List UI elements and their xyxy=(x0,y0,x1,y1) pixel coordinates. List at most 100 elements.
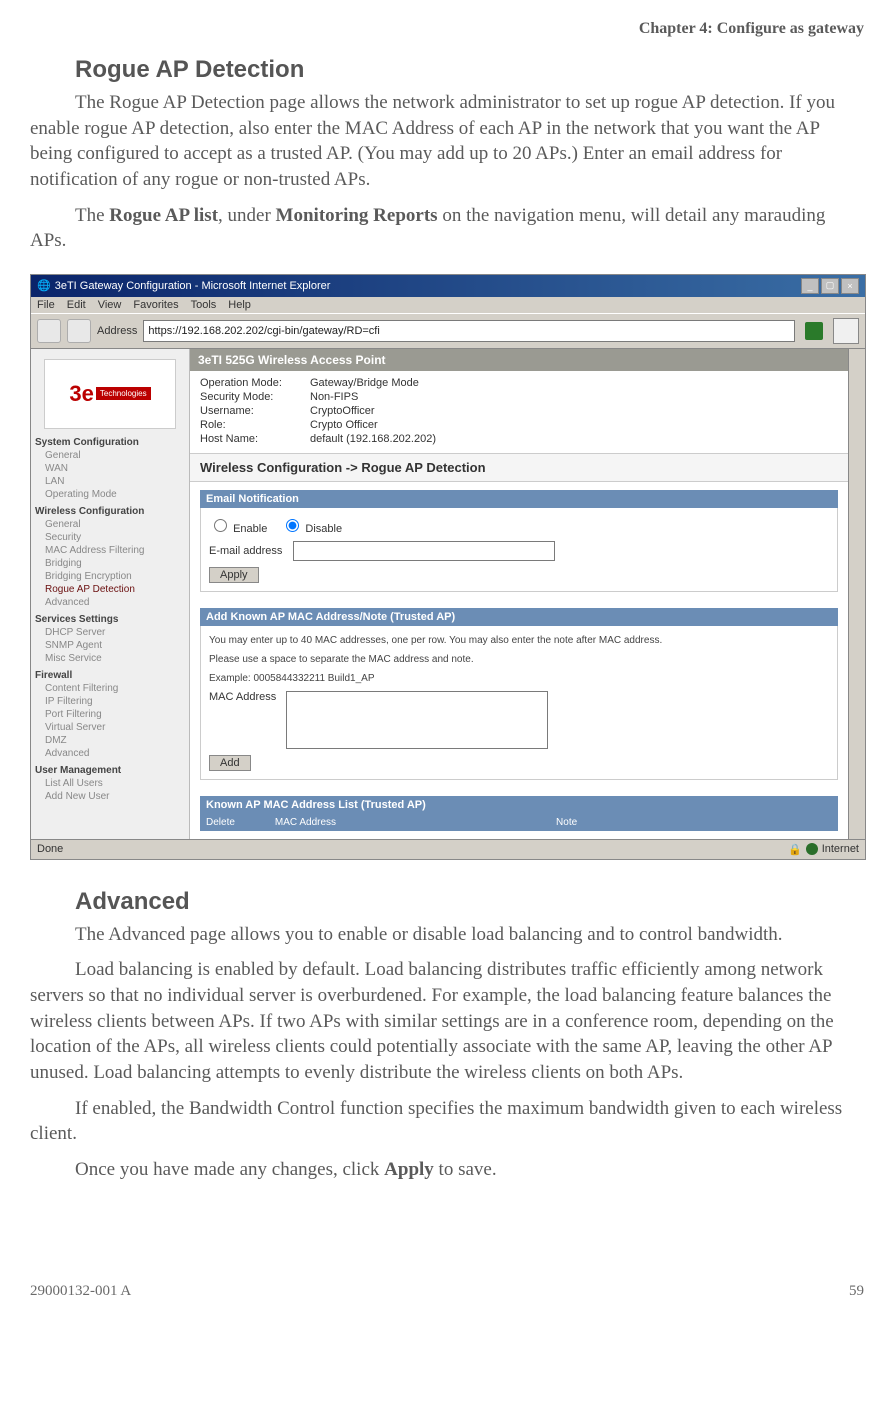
para-rogue-1: The Rogue AP Detection page allows the n… xyxy=(30,90,864,193)
address-bar[interactable]: https://192.168.202.202/cgi-bin/gateway/… xyxy=(143,320,795,342)
mac-panel-header: Add Known AP MAC Address/Note (Trusted A… xyxy=(200,608,838,626)
para-rogue-2: The Rogue AP list, under Monitoring Repo… xyxy=(30,203,864,254)
radio-disable-label: Disable xyxy=(305,523,342,535)
go-button[interactable] xyxy=(805,322,823,340)
ie-icon: 🌐 xyxy=(37,279,51,292)
content-main: 3eTI 525G Wireless Access Point Operatio… xyxy=(190,349,848,839)
nav-bridging[interactable]: Bridging xyxy=(35,558,185,569)
menu-edit[interactable]: Edit xyxy=(67,299,86,311)
nav-advanced[interactable]: Advanced xyxy=(35,597,185,608)
col-delete: Delete xyxy=(206,817,235,828)
doc-number: 29000132-001 A xyxy=(30,1283,131,1300)
info-role-value: Crypto Officer xyxy=(310,419,378,431)
email-panel-header: Email Notification xyxy=(200,490,838,508)
status-internet: Internet xyxy=(822,843,859,855)
nav-ip-filtering[interactable]: IP Filtering xyxy=(35,696,185,707)
nav-snmp[interactable]: SNMP Agent xyxy=(35,640,185,651)
lock-icon: 🔒 xyxy=(788,843,802,856)
nav-rogue-ap[interactable]: Rogue AP Detection xyxy=(35,584,185,595)
email-label: E-mail address xyxy=(209,545,282,557)
para-adv-4: Once you have made any changes, click Ap… xyxy=(30,1157,864,1183)
info-user-value: CryptoOfficer xyxy=(310,405,375,417)
close-button[interactable]: × xyxy=(841,278,859,294)
email-input[interactable] xyxy=(293,541,555,561)
menu-file[interactable]: File xyxy=(37,299,55,311)
nav-mac-filtering[interactable]: MAC Address Filtering xyxy=(35,545,185,556)
nav-dhcp[interactable]: DHCP Server xyxy=(35,627,185,638)
window-title: 3eTI Gateway Configuration - Microsoft I… xyxy=(55,280,331,292)
nav-port-filtering[interactable]: Port Filtering xyxy=(35,709,185,720)
browser-statusbar: Done 🔒 Internet xyxy=(31,839,865,859)
scrollbar[interactable] xyxy=(848,349,865,839)
para-adv-1: The Advanced page allows you to enable o… xyxy=(30,922,864,948)
mac-address-textarea[interactable] xyxy=(286,691,548,749)
chapter-header: Chapter 4: Configure as gateway xyxy=(30,20,864,38)
para-adv-3: If enabled, the Bandwidth Control functi… xyxy=(30,1096,864,1147)
page-breadcrumb: Wireless Configuration -> Rogue AP Detec… xyxy=(190,453,848,482)
nav-operating-mode[interactable]: Operating Mode xyxy=(35,489,185,500)
sidebar-nav: 3eTechnologies System Configuration Gene… xyxy=(31,349,190,839)
nav-lan[interactable]: LAN xyxy=(35,476,185,487)
info-host-label: Host Name: xyxy=(200,433,310,445)
menu-favorites[interactable]: Favorites xyxy=(133,299,178,311)
browser-menubar: File Edit View Favorites Tools Help xyxy=(31,297,865,313)
nav-list-users[interactable]: List All Users xyxy=(35,778,185,789)
nav-add-user[interactable]: Add New User xyxy=(35,791,185,802)
nav-wireless-general[interactable]: General xyxy=(35,519,185,530)
address-label: Address xyxy=(97,325,137,337)
text-fragment: , under xyxy=(218,205,276,226)
status-done: Done xyxy=(37,843,63,856)
nav-content-filtering[interactable]: Content Filtering xyxy=(35,683,185,694)
back-button[interactable] xyxy=(37,319,61,343)
info-opmode-label: Operation Mode: xyxy=(200,377,310,389)
text-fragment: The xyxy=(75,205,109,226)
forward-button[interactable] xyxy=(67,319,91,343)
mac-note-2: Please use a space to separate the MAC a… xyxy=(209,653,829,666)
text-fragment: Once you have made any changes, click xyxy=(75,1159,384,1180)
bold-monitoring-reports: Monitoring Reports xyxy=(276,205,438,226)
nav-group-firewall: Firewall xyxy=(35,670,185,681)
nav-general[interactable]: General xyxy=(35,450,185,461)
product-title-bar: 3eTI 525G Wireless Access Point xyxy=(190,349,848,371)
para-adv-2: Load balancing is enabled by default. Lo… xyxy=(30,957,864,1085)
window-titlebar: 🌐 3eTI Gateway Configuration - Microsoft… xyxy=(31,275,865,297)
known-ap-list-header: Known AP MAC Address List (Trusted AP) xyxy=(200,796,838,814)
bold-apply: Apply xyxy=(384,1159,434,1180)
mac-address-label: MAC Address xyxy=(209,691,276,703)
menu-tools[interactable]: Tools xyxy=(191,299,217,311)
page-footer: 29000132-001 A 59 xyxy=(30,1283,864,1300)
minimize-button[interactable]: _ xyxy=(801,278,819,294)
info-opmode-value: Gateway/Bridge Mode xyxy=(310,377,419,389)
globe-icon xyxy=(806,843,818,855)
col-note: Note xyxy=(556,817,577,828)
heading-advanced: Advanced xyxy=(75,888,864,916)
nav-wireless-security[interactable]: Security xyxy=(35,532,185,543)
radio-disable[interactable]: Disable xyxy=(281,516,342,535)
menu-view[interactable]: View xyxy=(98,299,122,311)
browser-toolbar: Address https://192.168.202.202/cgi-bin/… xyxy=(31,313,865,349)
menu-help[interactable]: Help xyxy=(228,299,251,311)
address-value: https://192.168.202.202/cgi-bin/gateway/… xyxy=(148,325,379,337)
info-user-label: Username: xyxy=(200,405,310,417)
add-button[interactable]: Add xyxy=(209,755,251,771)
info-host-value: default (192.168.202.202) xyxy=(310,433,436,445)
page-number: 59 xyxy=(849,1283,864,1300)
heading-rogue-ap: Rogue AP Detection xyxy=(75,56,864,84)
info-role-label: Role: xyxy=(200,419,310,431)
apply-button[interactable]: Apply xyxy=(209,567,259,583)
nav-wan[interactable]: WAN xyxy=(35,463,185,474)
nav-bridging-encryption[interactable]: Bridging Encryption xyxy=(35,571,185,582)
nav-fw-advanced[interactable]: Advanced xyxy=(35,748,185,759)
maximize-button[interactable]: ▢ xyxy=(821,278,839,294)
nav-dmz[interactable]: DMZ xyxy=(35,735,185,746)
nav-group-system: System Configuration xyxy=(35,437,185,448)
mac-note-3: Example: 0005844332211 Build1_AP xyxy=(209,672,829,685)
ie-throbber-icon xyxy=(833,318,859,344)
info-secmode-label: Security Mode: xyxy=(200,391,310,403)
bold-rogue-ap-list: Rogue AP list xyxy=(109,205,218,226)
radio-enable-label: Enable xyxy=(233,523,267,535)
nav-virtual-server[interactable]: Virtual Server xyxy=(35,722,185,733)
info-secmode-value: Non-FIPS xyxy=(310,391,358,403)
radio-enable[interactable]: Enable xyxy=(209,516,267,535)
nav-misc-service[interactable]: Misc Service xyxy=(35,653,185,664)
